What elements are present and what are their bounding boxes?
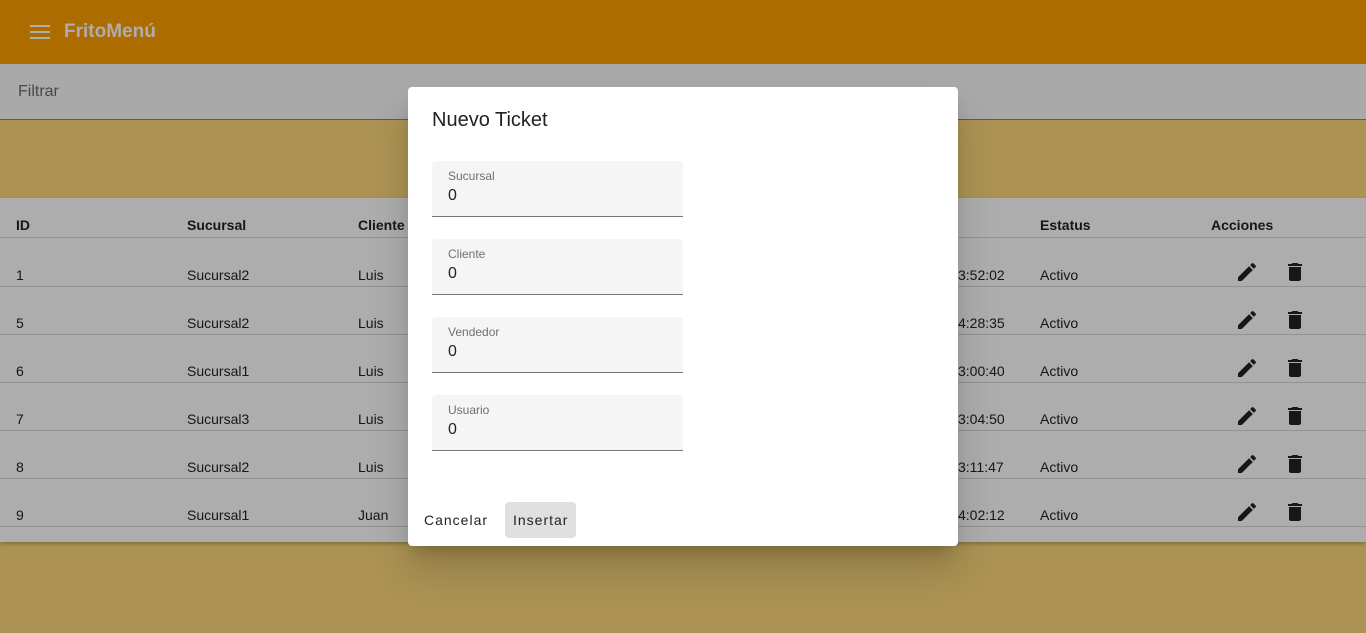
sucursal-input[interactable] [448, 187, 668, 205]
cliente-field-label: Cliente [448, 247, 486, 261]
new-ticket-dialog: Nuevo Ticket Sucursal Cliente Vendedor U… [408, 87, 958, 546]
sucursal-field-label: Sucursal [448, 169, 495, 183]
vendedor-input[interactable] [448, 343, 668, 361]
vendedor-field[interactable]: Vendedor [432, 317, 683, 373]
usuario-field-label: Usuario [448, 403, 490, 417]
dialog-title: Nuevo Ticket [432, 109, 548, 131]
vendedor-field-label: Vendedor [448, 325, 500, 339]
insert-button[interactable]: Insertar [505, 502, 577, 538]
usuario-field[interactable]: Usuario [432, 395, 683, 451]
sucursal-field[interactable]: Sucursal [432, 161, 683, 217]
cliente-input[interactable] [448, 265, 668, 283]
usuario-input[interactable] [448, 421, 668, 439]
cliente-field[interactable]: Cliente [432, 239, 683, 295]
cancel-button[interactable]: Cancelar [416, 502, 496, 538]
